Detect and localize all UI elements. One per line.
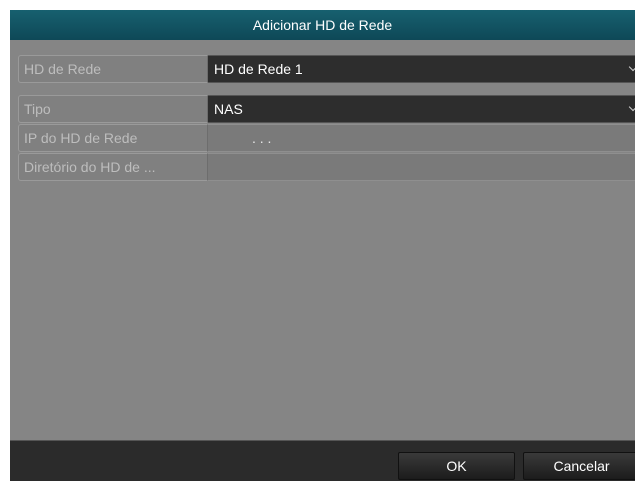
directory-row: Diretório do HD de ... xyxy=(18,153,635,181)
directory-label: Diretório do HD de ... xyxy=(18,153,208,181)
add-network-hd-dialog: Adicionar HD de Rede HD de Rede HD de Re… xyxy=(10,10,635,481)
type-row: Tipo NAS xyxy=(18,95,635,123)
chevron-down-icon xyxy=(628,102,635,112)
network-hd-select[interactable]: HD de Rede 1 xyxy=(208,55,635,83)
network-hd-row: HD de Rede HD de Rede 1 xyxy=(18,55,635,83)
dialog-footer: OK Cancelar xyxy=(10,440,635,481)
network-hd-value: HD de Rede 1 xyxy=(214,61,303,77)
ok-button[interactable]: OK xyxy=(398,452,515,480)
type-select[interactable]: NAS xyxy=(208,95,635,123)
ip-row: IP do HD de Rede . . . xyxy=(18,124,635,152)
cancel-button[interactable]: Cancelar xyxy=(523,452,635,480)
chevron-down-icon xyxy=(628,62,635,72)
ip-value: . . . xyxy=(252,130,272,146)
ip-input[interactable]: . . . xyxy=(208,124,635,152)
dialog-title: Adicionar HD de Rede xyxy=(10,10,635,40)
directory-input[interactable] xyxy=(208,153,635,181)
type-label: Tipo xyxy=(18,95,208,123)
network-hd-label: HD de Rede xyxy=(18,55,208,83)
type-value: NAS xyxy=(214,101,243,117)
ip-label: IP do HD de Rede xyxy=(18,124,208,152)
